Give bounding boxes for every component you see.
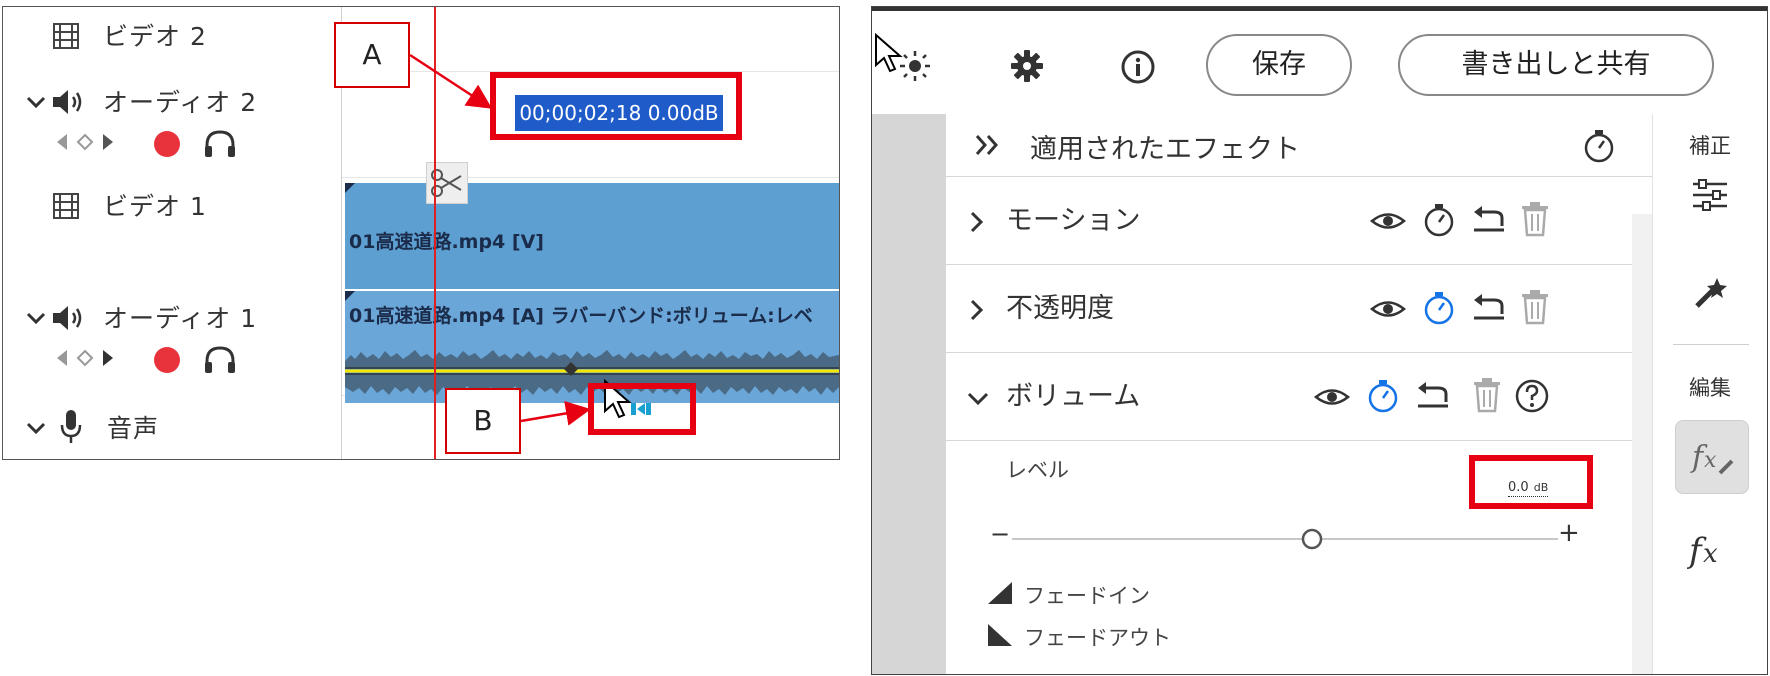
top-toolbar: 保存 書き出しと共有 [872, 7, 1767, 114]
eye-icon[interactable] [1370, 296, 1406, 322]
fx-icon[interactable]: f x [1687, 528, 1733, 570]
track-name: 音声 [107, 414, 160, 443]
chevron-down-icon[interactable] [25, 307, 47, 329]
keyframe-nav-icon[interactable] [55, 131, 115, 153]
headphones-icon[interactable] [203, 345, 237, 375]
reset-icon[interactable] [1472, 204, 1506, 234]
speaker-icon[interactable] [51, 303, 85, 333]
effect-row-opacity[interactable]: 不透明度 [946, 264, 1652, 353]
track-name: ビデオ 2 [103, 22, 207, 51]
effects-panel: 保存 書き出しと共有 適用されたエフェクト モーション 不透明度 ボリューム レ… [871, 6, 1768, 675]
applied-effects-title: 適用されたエフェクト [1030, 134, 1300, 165]
microphone-icon[interactable] [59, 409, 83, 445]
applied-effects-header: 適用されたエフェクト [946, 114, 1652, 177]
effect-row-volume[interactable]: ボリューム [946, 352, 1652, 441]
level-slider[interactable] [1012, 524, 1558, 554]
track-header-audio-1[interactable]: オーディオ 1 [3, 285, 341, 396]
track-name: ビデオ 1 [103, 192, 207, 221]
svg-text:x: x [1703, 539, 1718, 569]
chevron-down-icon[interactable] [25, 417, 47, 439]
track-header-audio-2[interactable]: オーディオ 2 [3, 71, 341, 178]
callout-b: B [445, 388, 521, 454]
slider-min-symbol: − [990, 520, 1011, 548]
highlight-level-box [1469, 455, 1593, 509]
clip-corner-marker [345, 183, 355, 193]
track-name: オーディオ 1 [103, 304, 258, 333]
keyframe-nav-icon[interactable] [55, 347, 115, 369]
video-clip[interactable]: 01高速道路.mp4 [V] [345, 183, 839, 289]
effects-scrollbar[interactable] [1632, 214, 1652, 674]
brightness-icon[interactable] [898, 49, 932, 83]
scissors-icon [431, 169, 462, 197]
track-header-video-1[interactable]: ビデオ 1 [3, 177, 341, 286]
film-icon [53, 23, 79, 49]
chevron-right-icon[interactable] [968, 210, 986, 234]
gear-icon[interactable] [1010, 49, 1044, 83]
sliders-icon[interactable] [1691, 178, 1729, 212]
film-icon [53, 193, 79, 219]
adjust-label: 補正 [1689, 134, 1731, 158]
slider-max-symbol: + [1558, 518, 1580, 548]
stopwatch-icon-active[interactable] [1366, 378, 1400, 414]
fade-out-label[interactable]: フェードアウト [1024, 622, 1171, 652]
fade-out-icon[interactable] [986, 622, 1014, 648]
save-button[interactable]: 保存 [1206, 34, 1352, 96]
stopwatch-icon-active[interactable] [1422, 290, 1456, 326]
reset-icon[interactable] [1416, 380, 1450, 410]
lane-separator [342, 177, 839, 178]
record-icon[interactable] [153, 130, 181, 158]
trash-icon[interactable] [1520, 289, 1550, 325]
eye-icon[interactable] [1370, 208, 1406, 234]
audio-clip-title: 01高速道路.mp4 [A] ラバーバンド:ボリューム:レベ [349, 305, 813, 327]
video-clip-title: 01高速道路.mp4 [V] [349, 231, 544, 253]
info-icon[interactable] [1120, 49, 1156, 85]
double-chevron-right-icon[interactable] [974, 132, 1002, 158]
right-tool-rail: 補正 編集 f x f x [1652, 114, 1767, 674]
razor-tool[interactable] [426, 162, 468, 204]
fx-edit-icon: f x [1690, 440, 1734, 475]
chevron-down-icon[interactable] [25, 91, 47, 113]
clip-corner-marker [345, 291, 355, 301]
headphones-icon[interactable] [203, 129, 237, 159]
stopwatch-icon[interactable] [1582, 128, 1616, 164]
help-icon[interactable] [1514, 378, 1550, 414]
fade-in-icon[interactable] [986, 580, 1014, 606]
effect-row-motion[interactable]: モーション [946, 176, 1652, 265]
level-label: レベル [1006, 458, 1069, 482]
playhead[interactable] [434, 7, 436, 459]
trash-icon[interactable] [1520, 201, 1550, 237]
eye-icon[interactable] [1314, 384, 1350, 410]
applied-effects-button[interactable]: f x [1675, 420, 1749, 494]
track-header-voice[interactable]: 音声 [3, 395, 341, 459]
record-icon[interactable] [153, 346, 181, 374]
callout-a: A [334, 22, 410, 88]
rail-divider [1673, 344, 1749, 345]
svg-text:x: x [1704, 448, 1717, 473]
applied-effects-list: 適用されたエフェクト モーション 不透明度 ボリューム レベル 0.0 dB −… [946, 114, 1652, 674]
magic-wand-icon[interactable] [1691, 274, 1729, 310]
effect-label: 不透明度 [1006, 293, 1114, 324]
chevron-down-icon[interactable] [966, 390, 990, 408]
reset-icon[interactable] [1472, 292, 1506, 322]
stopwatch-icon[interactable] [1422, 202, 1456, 238]
export-share-button[interactable]: 書き出しと共有 [1398, 34, 1714, 96]
track-header-video-2[interactable]: ビデオ 2 [3, 7, 341, 72]
panel-gutter [872, 114, 946, 674]
track-name: オーディオ 2 [103, 88, 258, 117]
effect-label: ボリューム [1006, 381, 1141, 412]
highlight-tooltip-box [490, 72, 742, 140]
fade-in-label[interactable]: フェードイン [1024, 580, 1150, 610]
speaker-icon[interactable] [51, 87, 85, 117]
chevron-right-icon[interactable] [968, 298, 986, 322]
effect-label: モーション [1006, 205, 1141, 236]
trash-icon[interactable] [1472, 377, 1502, 413]
edit-label: 編集 [1689, 376, 1731, 400]
highlight-cursor-box [588, 383, 696, 435]
